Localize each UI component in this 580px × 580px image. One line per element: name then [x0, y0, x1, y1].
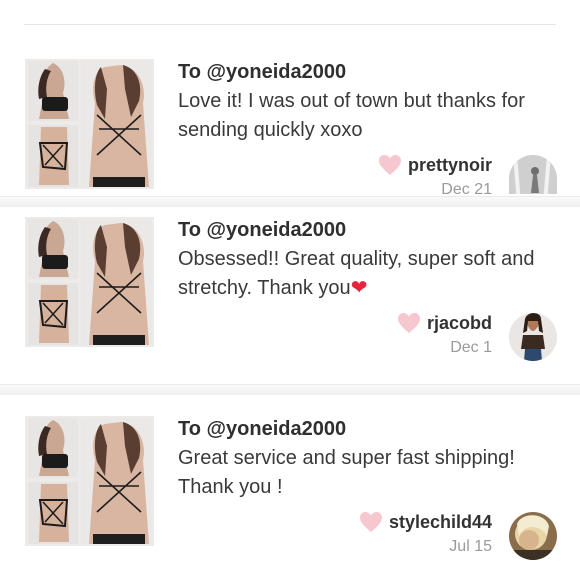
reviewer-avatar[interactable]: [509, 155, 557, 194]
review-text: Love it! I was out of town but thanks fo…: [178, 90, 525, 141]
heart-icon: [397, 313, 420, 333]
review-text: Great service and super fast shipping! T…: [178, 447, 515, 498]
reviewer-row[interactable]: prettynoir: [378, 154, 492, 176]
review-card: To @yoneida2000 Love it! I was out of to…: [0, 59, 580, 194]
recipient-label[interactable]: To @yoneida2000: [178, 219, 346, 242]
section-separator: [0, 384, 580, 395]
review-card: To @yoneida2000 Obsessed!! Great quality…: [0, 217, 580, 367]
review-message: Great service and super fast shipping! T…: [178, 444, 548, 502]
reviewer-username[interactable]: stylechild44: [389, 512, 492, 533]
review-message: Obsessed!! Great quality, super soft and…: [178, 245, 548, 303]
user-avatar-icon: [509, 313, 557, 361]
top-divider: [24, 24, 556, 25]
recipient-label[interactable]: To @yoneida2000: [178, 61, 346, 84]
review-date: Jul 15: [449, 538, 492, 555]
reviewer-username[interactable]: prettynoir: [408, 155, 492, 176]
product-thumbnail[interactable]: [25, 217, 154, 347]
heart-emoji: ❤: [350, 277, 368, 299]
product-thumbnail[interactable]: [25, 416, 154, 546]
recipient-label[interactable]: To @yoneida2000: [178, 418, 346, 441]
review-message: Love it! I was out of town but thanks fo…: [178, 87, 548, 145]
reviewer-avatar[interactable]: [509, 512, 557, 560]
reviewer-username[interactable]: rjacobd: [427, 313, 492, 334]
user-avatar-icon: [509, 155, 557, 194]
section-separator: [0, 196, 580, 207]
user-avatar-icon: [509, 512, 557, 560]
review-date: Dec 1: [450, 339, 492, 356]
product-thumbnail[interactable]: [25, 59, 154, 189]
reviewer-row[interactable]: stylechild44: [359, 511, 492, 533]
reviewer-avatar[interactable]: [509, 313, 557, 361]
reviewer-row[interactable]: rjacobd: [397, 312, 492, 334]
review-card: To @yoneida2000 Great service and super …: [0, 416, 580, 566]
heart-icon: [378, 155, 401, 175]
review-date: Dec 21: [441, 181, 492, 194]
heart-icon: [359, 512, 382, 532]
